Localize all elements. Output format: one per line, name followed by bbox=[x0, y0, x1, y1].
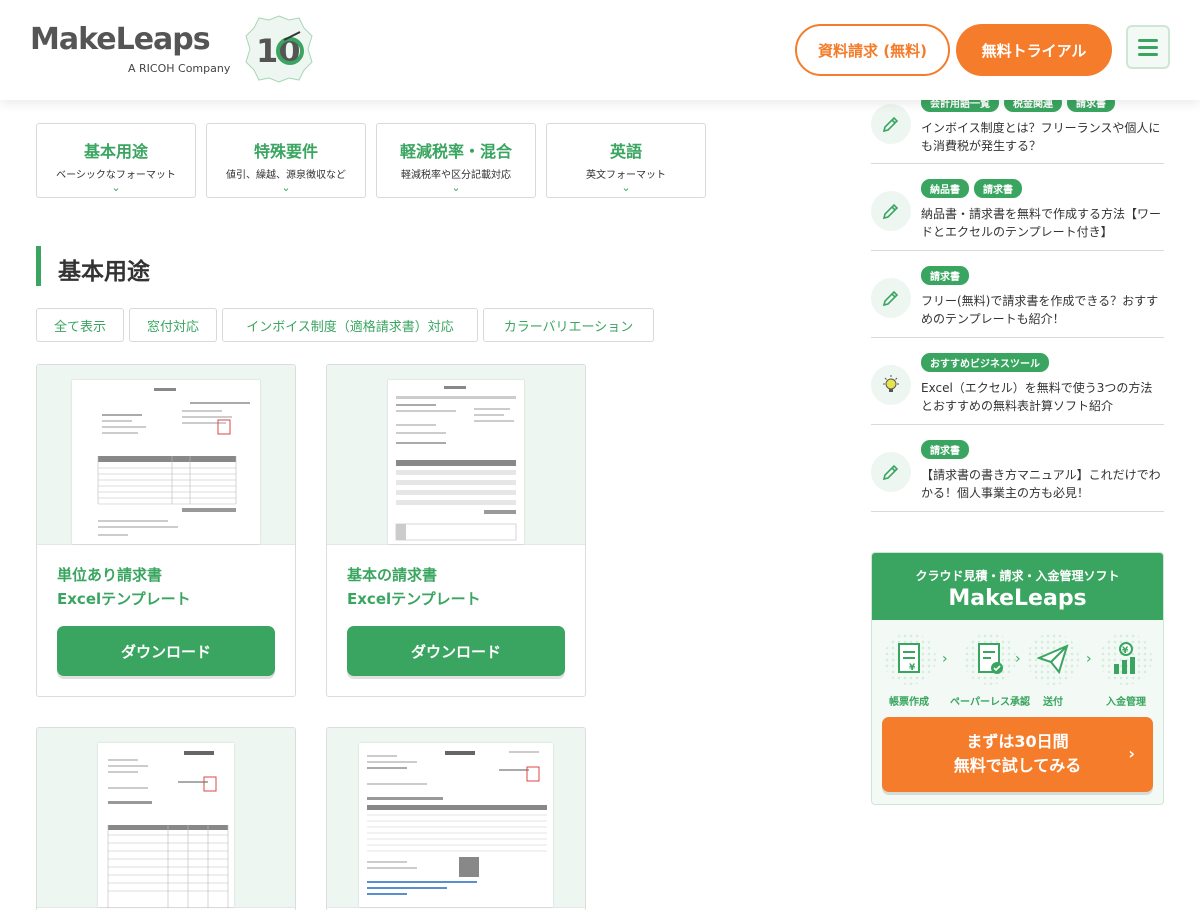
sidebar-article[interactable]: 納品書 請求書 納品書・請求書を無料で作成する方法【ワードとエクセルのテンプレー… bbox=[871, 164, 1164, 251]
makeleaps-logo[interactable]: MakeLeaps A RICOH Company bbox=[30, 22, 230, 75]
category-title: 基本用途 bbox=[83, 142, 148, 161]
section-title: 基本用途 bbox=[58, 259, 150, 285]
article-tags: 請求書 bbox=[921, 440, 969, 459]
article-tag[interactable]: 納品書 bbox=[921, 179, 969, 198]
category-subtitle: 英文フォーマット bbox=[586, 170, 666, 181]
download-button[interactable]: ダウンロード bbox=[57, 626, 275, 676]
category-title: 英語 bbox=[609, 142, 642, 161]
category-title: 軽減税率・混合 bbox=[399, 142, 512, 161]
promo-header: クラウド見積・請求・入金管理ソフト MakeLeaps bbox=[872, 553, 1163, 620]
article-tag[interactable]: おすすめビジネスツール bbox=[921, 353, 1049, 372]
article-tags: 請求書 bbox=[921, 266, 969, 285]
category-title: 特殊要件 bbox=[253, 142, 318, 161]
category-card-basic[interactable]: 基本用途 ベーシックなフォーマット ⌄ bbox=[36, 123, 196, 198]
category-subtitle: ベーシックなフォーマット bbox=[56, 170, 176, 181]
article-tag[interactable]: 請求書 bbox=[974, 179, 1022, 198]
sidebar-article[interactable]: おすすめビジネスツール Excel（エクセル）を無料で使う3つの方法とおすすめの… bbox=[871, 338, 1164, 425]
promo-step: 送付 bbox=[1027, 633, 1079, 708]
chevron-down-icon: ⌄ bbox=[111, 181, 121, 194]
chevron-right-icon: › bbox=[1128, 744, 1135, 763]
paper-plane-icon bbox=[1027, 633, 1079, 685]
svg-text:¥: ¥ bbox=[1122, 646, 1129, 656]
invoice-preview-image bbox=[388, 380, 524, 544]
makeleaps-promo-box: クラウド見積・請求・入金管理ソフト MakeLeaps ¥ 帳票作成 › ペーパ… bbox=[871, 552, 1164, 805]
article-title[interactable]: 納品書・請求書を無料で作成する方法【ワードとエクセルのテンプレート付き】 bbox=[921, 205, 1164, 241]
chevron-down-icon: ⌄ bbox=[281, 181, 291, 194]
category-subtitle: 値引、繰越、源泉徴収など bbox=[226, 170, 346, 181]
template-thumbnail[interactable] bbox=[37, 728, 295, 908]
category-card-english[interactable]: 英語 英文フォーマット ⌄ bbox=[546, 123, 706, 198]
chevron-right-icon: › bbox=[942, 651, 948, 667]
document-check-icon bbox=[964, 633, 1016, 685]
pencil-icon bbox=[871, 278, 911, 318]
hamburger-menu-icon[interactable] bbox=[1126, 25, 1170, 69]
article-tags: おすすめビジネスツール bbox=[921, 353, 1049, 372]
category-subtitle: 軽減税率や区分記載対応 bbox=[401, 170, 511, 181]
filter-invoice-system-button[interactable]: インボイス制度（適格請求書）対応 bbox=[222, 308, 478, 342]
chevron-right-icon: › bbox=[1015, 651, 1021, 667]
template-card: 基本の請求書 Excelテンプレート ダウンロード bbox=[326, 364, 586, 697]
promo-step: ¥ 帳票作成 bbox=[884, 633, 936, 708]
free-trial-button[interactable]: 無料トライアル bbox=[956, 24, 1112, 76]
promo-subtitle: クラウド見積・請求・入金管理ソフト bbox=[915, 569, 1120, 583]
promo-step: ¥ 入金管理 bbox=[1098, 633, 1154, 708]
document-yen-icon: ¥ bbox=[884, 633, 936, 685]
article-tag[interactable]: 請求書 bbox=[921, 266, 969, 285]
sidebar-article[interactable]: 請求書 フリー(無料)で請求書を作成できる？おすすめのテンプレートも紹介！ bbox=[871, 251, 1164, 338]
category-card-special[interactable]: 特殊要件 値引、繰越、源泉徴収など ⌄ bbox=[206, 123, 366, 198]
filter-window-envelope-button[interactable]: 窓付対応 bbox=[129, 308, 217, 342]
invoice-preview-image bbox=[72, 380, 260, 544]
filter-all-button[interactable]: 全て表示 bbox=[36, 308, 124, 342]
template-thumbnail[interactable] bbox=[327, 365, 585, 545]
filter-color-variation-button[interactable]: カラーバリエーション bbox=[483, 308, 654, 342]
article-title[interactable]: フリー(無料)で請求書を作成できる？おすすめのテンプレートも紹介！ bbox=[921, 292, 1164, 328]
template-card bbox=[36, 727, 296, 910]
svg-text:¥: ¥ bbox=[909, 663, 916, 673]
page: MakeLeaps A RICOH Company 10 資料請求 (無料) 無… bbox=[0, 0, 1200, 910]
step-label: ペーパーレス承認 bbox=[950, 697, 1030, 708]
pencil-icon bbox=[871, 452, 911, 492]
promo-step: ペーパーレス承認 bbox=[950, 633, 1030, 708]
template-thumbnail[interactable] bbox=[327, 728, 585, 908]
step-label: 帳票作成 bbox=[889, 697, 929, 708]
template-thumbnail[interactable] bbox=[37, 365, 295, 545]
yen-bar-chart-icon: ¥ bbox=[1100, 633, 1152, 685]
template-card: 単位あり請求書 Excelテンプレート ダウンロード bbox=[36, 364, 296, 697]
invoice-preview-image bbox=[98, 743, 234, 908]
article-tags: 納品書 請求書 bbox=[921, 179, 1022, 198]
step-label: 送付 bbox=[1043, 697, 1063, 708]
pencil-icon bbox=[871, 191, 911, 231]
lightbulb-icon bbox=[871, 365, 911, 405]
article-title[interactable]: インボイス制度とは？フリーランスや個人にも消費税が発生する？ bbox=[921, 119, 1164, 155]
invoice-preview-image bbox=[359, 743, 553, 907]
logo-subtitle: A RICOH Company bbox=[128, 62, 231, 75]
sidebar-article[interactable]: 請求書 【請求書の書き方マニュアル】これだけでわかる！個人事業主の方も必見！ bbox=[871, 425, 1164, 512]
article-title[interactable]: Excel（エクセル）を無料で使う3つの方法とおすすめの無料表計算ソフト紹介 bbox=[921, 379, 1164, 415]
chevron-right-icon: › bbox=[1086, 651, 1092, 667]
request-documents-button[interactable]: 資料請求 (無料) bbox=[795, 24, 950, 76]
download-button[interactable]: ダウンロード bbox=[347, 626, 565, 676]
site-header: MakeLeaps A RICOH Company 10 資料請求 (無料) 無… bbox=[0, 0, 1200, 100]
promo-product-name: MakeLeaps bbox=[948, 586, 1087, 611]
chevron-down-icon: ⌄ bbox=[451, 181, 461, 194]
promo-steps: ¥ 帳票作成 › ペーパーレス承認 › 送付 › ¥ 入金管理 bbox=[872, 633, 1163, 708]
chevron-down-icon: ⌄ bbox=[621, 181, 631, 194]
section-accent-bar bbox=[36, 246, 41, 286]
category-card-reduced-tax[interactable]: 軽減税率・混合 軽減税率や区分記載対応 ⌄ bbox=[376, 123, 536, 198]
article-tag[interactable]: 請求書 bbox=[921, 440, 969, 459]
pencil-icon bbox=[871, 104, 911, 144]
template-name: 基本の請求書 Excelテンプレート bbox=[347, 566, 481, 608]
article-title[interactable]: 【請求書の書き方マニュアル】これだけでわかる！個人事業主の方も必見！ bbox=[921, 466, 1164, 502]
template-name: 単位あり請求書 Excelテンプレート bbox=[57, 566, 191, 608]
free-trial-cta-button[interactable]: まずは30日間 無料で試してみる › bbox=[882, 717, 1153, 792]
step-label: 入金管理 bbox=[1106, 697, 1146, 708]
anniversary-10-badge: 10 bbox=[244, 14, 314, 84]
logo-text: MakeLeaps bbox=[30, 22, 211, 57]
template-card bbox=[326, 727, 586, 910]
